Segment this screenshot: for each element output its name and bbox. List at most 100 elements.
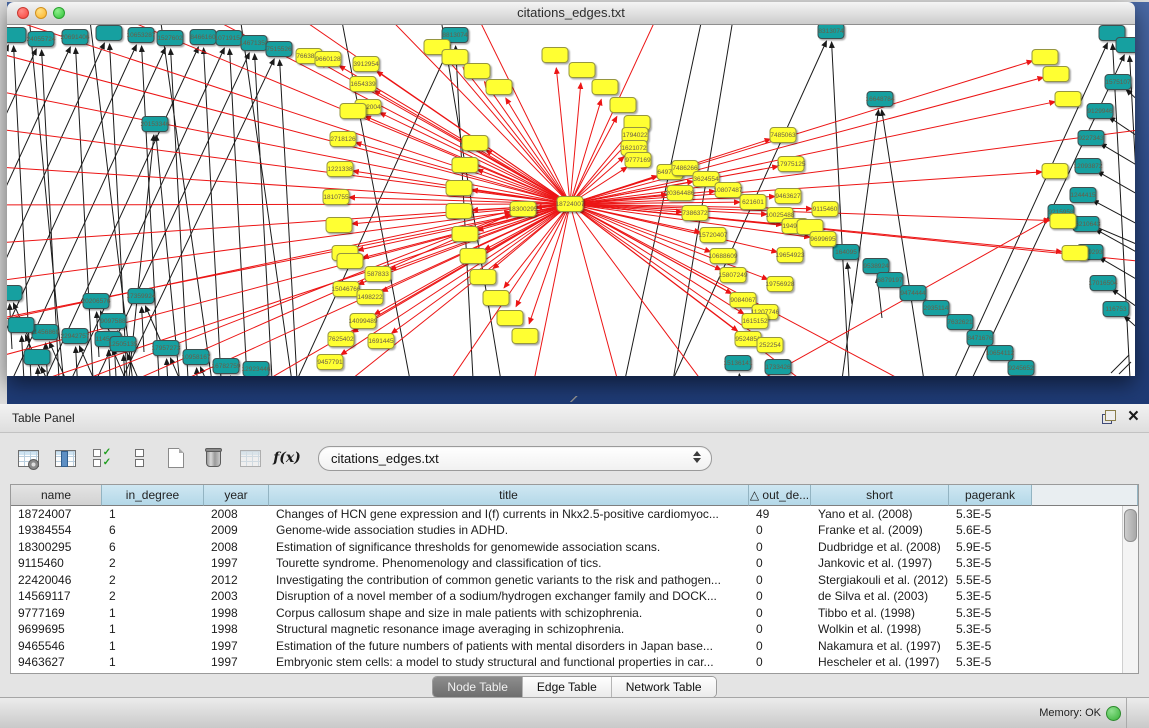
column-header-pagerank[interactable]: pagerank <box>949 485 1032 506</box>
window-titlebar[interactable]: citations_edges.txt <box>7 2 1135 25</box>
graph-node[interactable] <box>464 64 490 79</box>
graph-node[interactable] <box>486 80 512 95</box>
graph-node[interactable] <box>1116 38 1135 53</box>
show-columns-icon[interactable] <box>51 444 79 472</box>
table-row[interactable]: 1830029562008Estimation of significance … <box>11 539 1138 555</box>
citation-network-graph[interactable]: 2405572420691406106532871527602846616010… <box>7 25 1135 376</box>
svg-text:1575107: 1575107 <box>1105 79 1131 86</box>
cell-in_degree: 1 <box>102 638 204 654</box>
tab-edge-table[interactable]: Edge Table <box>523 677 612 697</box>
svg-text:15720407: 15720407 <box>699 232 728 239</box>
graph-node[interactable] <box>542 48 568 63</box>
svg-text:20364486: 20364486 <box>666 190 695 197</box>
cell-name: 18300295 <box>11 539 102 555</box>
table-row[interactable]: 2242004622012Investigating the contribut… <box>11 572 1138 588</box>
table-row[interactable]: 977716911998Corpus callosum shape and si… <box>11 605 1138 621</box>
cell-pagerank: 5.3E-5 <box>949 506 1032 522</box>
graph-node[interactable] <box>340 104 366 119</box>
row-height-icon[interactable] <box>125 444 153 472</box>
svg-text:17016504: 17016504 <box>1089 280 1118 287</box>
cell-title: Corpus callosum shape and size in male p… <box>269 605 749 621</box>
graph-node[interactable] <box>1043 67 1069 82</box>
cell-short: Jankovic et al. (1997) <box>811 555 949 571</box>
table-row[interactable]: 1938455462009Genome-wide association stu… <box>11 522 1138 538</box>
graph-node[interactable] <box>512 329 538 344</box>
column-header-out_degree[interactable]: △ out_de... <box>749 485 811 506</box>
graph-node[interactable] <box>452 158 478 173</box>
graph-node[interactable] <box>442 50 468 65</box>
column-header-title[interactable]: title <box>269 485 749 506</box>
cell-out_degree: 49 <box>749 506 811 522</box>
svg-text:12093872: 12093872 <box>1074 163 1103 170</box>
graph-node[interactable] <box>1050 214 1076 229</box>
cell-year: 1998 <box>204 605 269 621</box>
table-panel-header: Table Panel × <box>0 404 1149 433</box>
graph-node[interactable] <box>96 26 122 41</box>
svg-text:8466160: 8466160 <box>190 34 216 41</box>
table-row[interactable]: 1872400712008Changes of HCN gene express… <box>11 506 1138 522</box>
svg-text:16648784: 16648784 <box>866 96 895 103</box>
table-selector-dropdown[interactable]: citations_edges.txt <box>318 446 712 471</box>
scrollbar-thumb[interactable] <box>1124 509 1137 542</box>
column-header-name[interactable]: name <box>11 485 102 506</box>
cell-in_degree: 1 <box>102 506 204 522</box>
delete-table-icon[interactable] <box>236 444 264 472</box>
cell-year: 1997 <box>204 654 269 670</box>
tab-node-table[interactable]: Node Table <box>433 677 523 697</box>
network-canvas[interactable]: 2405572420691406106532871527602846616010… <box>7 25 1135 376</box>
table-row[interactable]: 969969511998Structural magnetic resonanc… <box>11 621 1138 637</box>
graph-node[interactable] <box>1042 164 1068 179</box>
select-columns-icon[interactable]: ✓✓ <box>88 444 116 472</box>
graph-node[interactable] <box>337 254 363 269</box>
table-vertical-scrollbar[interactable] <box>1122 506 1138 673</box>
cell-title: Genome-wide association studies in ADHD. <box>269 522 749 538</box>
table-row[interactable]: 946554611997Estimation of the future num… <box>11 638 1138 654</box>
delete-columns-icon[interactable] <box>199 444 227 472</box>
svg-text:2935114: 2935114 <box>924 305 949 312</box>
graph-node[interactable] <box>462 136 488 151</box>
graph-node[interactable] <box>610 98 636 113</box>
cell-year: 2008 <box>204 506 269 522</box>
cell-short: Dudbridge et al. (2008) <box>811 539 949 555</box>
table-row[interactable]: 946362711997Embryonic stem cells: a mode… <box>11 654 1138 670</box>
svg-text:15136141: 15136141 <box>724 360 753 367</box>
table-row[interactable]: 1456911722003Disruption of a novel membe… <box>11 588 1138 604</box>
graph-node[interactable] <box>470 270 496 285</box>
memory-ok-indicator[interactable] <box>1106 706 1121 721</box>
graph-node[interactable] <box>446 204 472 219</box>
graph-node[interactable] <box>446 181 472 196</box>
graph-node[interactable] <box>1062 246 1088 261</box>
graph-node[interactable] <box>7 28 26 43</box>
graph-node[interactable] <box>483 291 509 306</box>
cell-name: 9463627 <box>11 654 102 670</box>
cell-year: 2003 <box>204 588 269 604</box>
svg-text:1527602: 1527602 <box>157 35 183 42</box>
graph-node[interactable] <box>1032 50 1058 65</box>
graph-node[interactable] <box>592 80 618 95</box>
column-header-year[interactable]: year <box>204 485 269 506</box>
tab-network-table[interactable]: Network Table <box>612 677 716 697</box>
graph-node[interactable] <box>452 227 478 242</box>
cell-short: Hescheler et al. (1997) <box>811 654 949 670</box>
graph-node[interactable] <box>8 318 34 333</box>
graph-node[interactable] <box>1055 92 1081 107</box>
graph-node[interactable] <box>569 63 595 78</box>
panel-splitter-handle[interactable] <box>570 396 578 402</box>
graph-node[interactable] <box>24 350 50 365</box>
svg-text:1621072: 1621072 <box>621 145 647 152</box>
function-builder-icon[interactable]: f(x) <box>273 444 301 472</box>
close-panel-icon[interactable]: × <box>1128 408 1139 426</box>
table-settings-icon[interactable] <box>14 444 42 472</box>
graph-node[interactable] <box>497 311 523 326</box>
graph-node[interactable] <box>460 249 486 264</box>
node-table: namein_degreeyeartitle△ out_de...shortpa… <box>10 484 1139 674</box>
column-header-in_degree[interactable]: in_degree <box>102 485 204 506</box>
svg-text:9115460: 9115460 <box>813 206 838 213</box>
column-header-short[interactable]: short <box>811 485 949 506</box>
table-row[interactable]: 911546021997Tourette syndrome. Phenomeno… <box>11 555 1138 571</box>
graph-node[interactable] <box>7 286 22 301</box>
svg-text:1221338: 1221338 <box>327 166 353 173</box>
graph-node[interactable] <box>326 218 352 233</box>
float-panel-icon[interactable] <box>1102 410 1116 424</box>
new-column-icon[interactable] <box>162 444 190 472</box>
